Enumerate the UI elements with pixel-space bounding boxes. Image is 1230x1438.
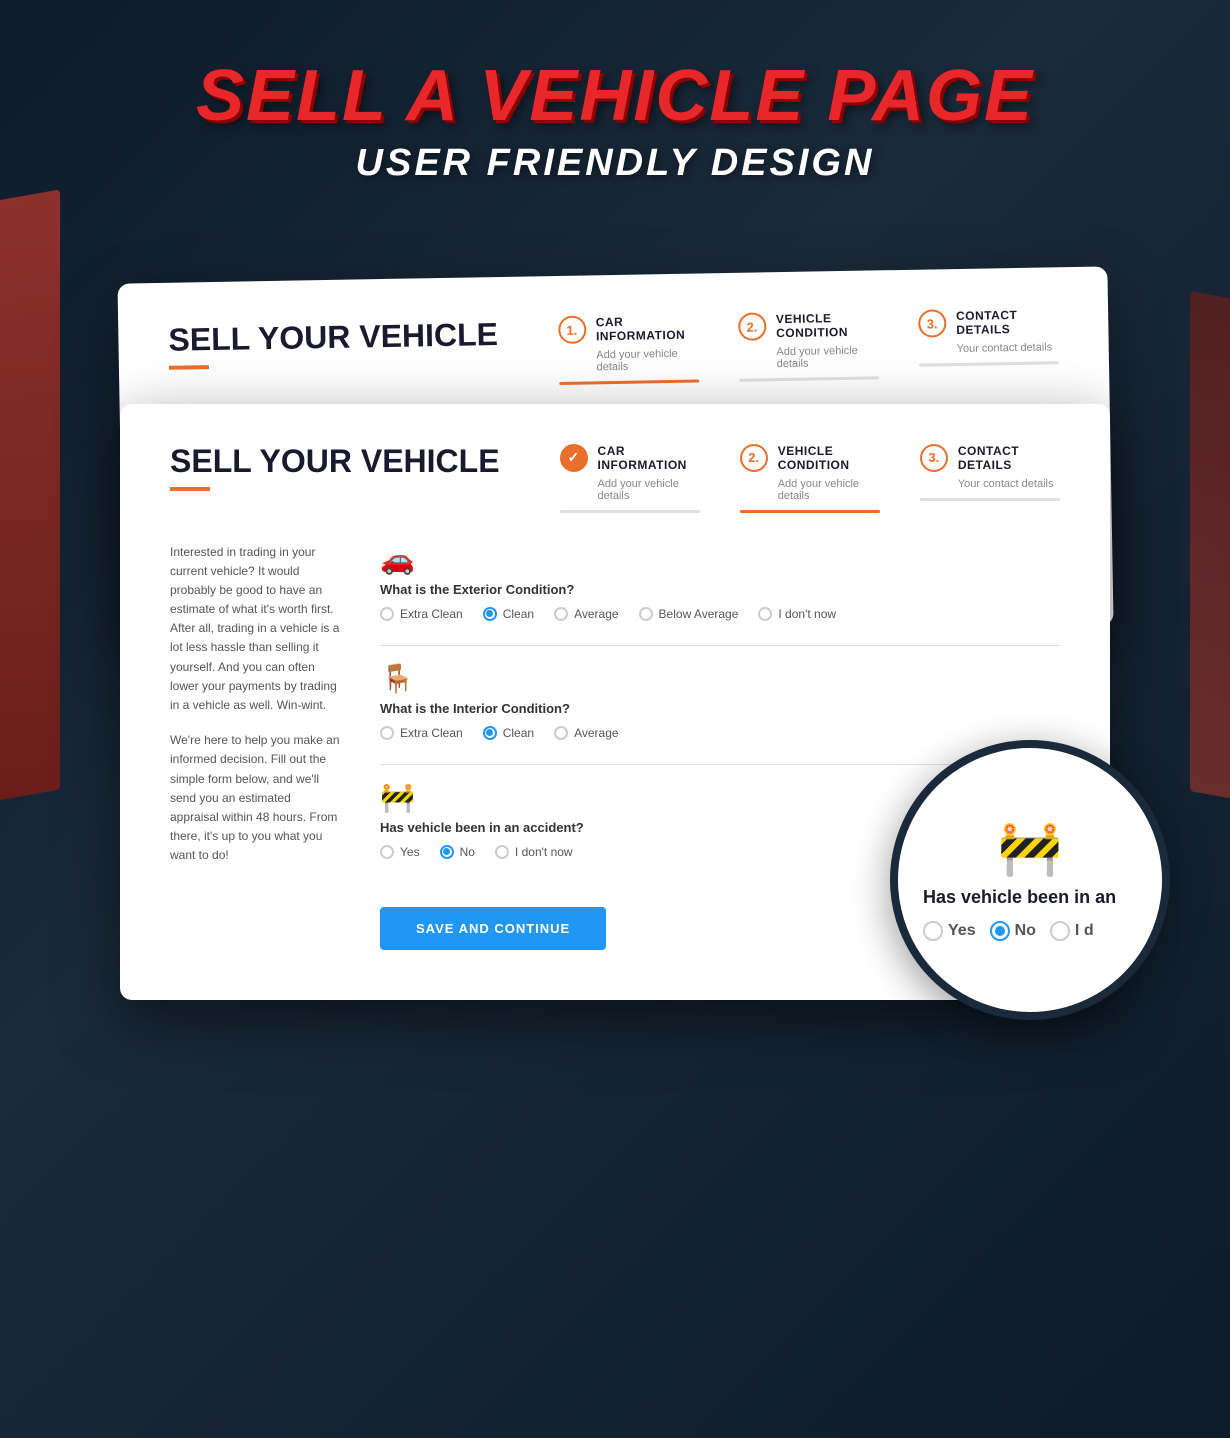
interior-extra-clean[interactable]: Extra Clean	[380, 726, 463, 740]
radio-interior-extra-clean[interactable]	[380, 726, 394, 740]
step-sub-3: Your contact details	[918, 341, 1058, 355]
step-sub-2: Add your vehicle details	[738, 344, 879, 370]
exterior-condition-section: 🚗 What is the Exterior Condition? Extra …	[380, 543, 1060, 621]
radio-accident-no[interactable]	[440, 845, 454, 859]
step-sub-1-front: Add your vehicle details	[560, 478, 700, 502]
interior-condition-section: 🪑 What is the Interior Condition? Extra …	[380, 662, 1060, 740]
hero-subtitle: USER FRIENDLY DESIGN	[356, 142, 875, 185]
interior-icon: 🪑	[380, 662, 1060, 695]
exterior-radio-group: Extra Clean Clean Average Below Ave	[380, 607, 1060, 621]
radio-accident-yes[interactable]	[380, 845, 394, 859]
step-line-1-front	[560, 510, 700, 513]
step-title-3: CONTACT DETAILS	[956, 307, 1059, 337]
radio-exterior-extra-clean[interactable]	[380, 607, 394, 621]
magnify-cone-icon: 🚧	[998, 818, 1063, 879]
magnify-radios: Yes No I d	[923, 921, 1094, 941]
radio-interior-clean[interactable]	[483, 726, 497, 740]
step-1-front: CAR INFORMATION Add your vehicle details	[560, 444, 700, 513]
magnify-radio-idk[interactable]	[1050, 921, 1070, 941]
step-number-3-front: 3.	[920, 444, 948, 472]
radio-exterior-clean[interactable]	[483, 607, 497, 621]
steps-row-front: CAR INFORMATION Add your vehicle details…	[560, 444, 1060, 513]
step-number-1: 1.	[558, 315, 586, 343]
step-title-2-front: VEHICLE CONDITION	[778, 444, 880, 472]
accident-no[interactable]: No	[440, 845, 475, 859]
radio-interior-average[interactable]	[554, 726, 568, 740]
step-3-back: 3. CONTACT DETAILS Your contact details	[918, 307, 1059, 378]
radio-accident-dont-know[interactable]	[495, 845, 509, 859]
step-line-2	[739, 376, 879, 381]
magnify-radio-no[interactable]	[990, 921, 1010, 941]
step-2-front: 2. VEHICLE CONDITION Add your vehicle de…	[740, 444, 880, 513]
step-number-2: 2.	[738, 312, 766, 340]
accident-yes[interactable]: Yes	[380, 845, 420, 859]
step-sub-3-front: Your contact details	[920, 478, 1060, 490]
step-title-1: CAR INFORMATION	[596, 314, 699, 344]
magnify-idk: I d	[1050, 921, 1094, 941]
step-number-2-front: 2.	[740, 444, 768, 472]
sell-title-back: SELL YOUR VEHICLE	[168, 317, 498, 370]
radio-exterior-below-average[interactable]	[639, 607, 653, 621]
divider-1	[380, 645, 1060, 646]
step-2-back: 2. VEHICLE CONDITION Add your vehicle de…	[738, 310, 879, 381]
exterior-dont-know[interactable]: I don't now	[758, 607, 836, 621]
step-title-3-front: CONTACT DETAILS	[958, 444, 1060, 472]
interior-radio-group: Extra Clean Clean Average	[380, 726, 1060, 740]
step-line-3-front	[920, 498, 1060, 501]
interior-question: What is the Interior Condition?	[380, 701, 1060, 716]
step-sub-1: Add your vehicle details	[558, 348, 699, 374]
description-front-2: We're here to help you make an informed …	[170, 731, 340, 865]
cards-container: SELL YOUR VEHICLE 1. CAR INFORMATION Add…	[65, 245, 1165, 1000]
title-underline	[169, 365, 209, 370]
card-back-header: SELL YOUR VEHICLE 1. CAR INFORMATION Add…	[168, 307, 1059, 392]
magnify-no: No	[990, 921, 1036, 941]
interior-clean[interactable]: Clean	[483, 726, 534, 740]
step-number-1-front	[560, 444, 588, 472]
step-title-1-front: CAR INFORMATION	[598, 444, 700, 472]
magnify-yes: Yes	[923, 921, 976, 941]
car-icon: 🚗	[380, 543, 1060, 576]
title-underline-front	[170, 487, 210, 491]
save-continue-button[interactable]: SAVE AND CONTINUE	[380, 907, 606, 950]
exterior-question: What is the Exterior Condition?	[380, 582, 1060, 597]
magnify-question: Has vehicle been in an	[923, 887, 1116, 909]
step-3-front: 3. CONTACT DETAILS Your contact details	[920, 444, 1060, 513]
left-text-front: Interested in trading in your current ve…	[170, 543, 340, 950]
exterior-extra-clean[interactable]: Extra Clean	[380, 607, 463, 621]
step-line-3	[919, 361, 1059, 366]
exterior-clean[interactable]: Clean	[483, 607, 534, 621]
step-sub-2-front: Add your vehicle details	[740, 478, 880, 502]
radio-exterior-average[interactable]	[554, 607, 568, 621]
exterior-below-average[interactable]: Below Average	[639, 607, 739, 621]
hero-title: SELL A VEHICLE PAGE	[196, 60, 1034, 132]
exterior-average[interactable]: Average	[554, 607, 618, 621]
step-number-3: 3.	[918, 309, 946, 337]
description-front-1: Interested in trading in your current ve…	[170, 543, 340, 716]
magnify-radio-yes[interactable]	[923, 921, 943, 941]
radio-exterior-dont-know[interactable]	[758, 607, 772, 621]
sell-title-front: SELL YOUR VEHICLE	[170, 444, 500, 491]
accident-dont-know[interactable]: I don't now	[495, 845, 573, 859]
step-line-1	[559, 380, 699, 385]
step-line-2-front	[740, 510, 880, 513]
step-1-back: 1. CAR INFORMATION Add your vehicle deta…	[558, 314, 699, 385]
step-title-2: VEHICLE CONDITION	[776, 310, 879, 340]
magnify-circle: 🚧 Has vehicle been in an Yes No I d	[890, 740, 1170, 1020]
card-front: SELL YOUR VEHICLE CAR INFORMATION Add yo…	[120, 404, 1110, 1000]
steps-row-back: 1. CAR INFORMATION Add your vehicle deta…	[558, 307, 1060, 385]
card-front-header: SELL YOUR VEHICLE CAR INFORMATION Add yo…	[170, 444, 1060, 513]
interior-average[interactable]: Average	[554, 726, 618, 740]
